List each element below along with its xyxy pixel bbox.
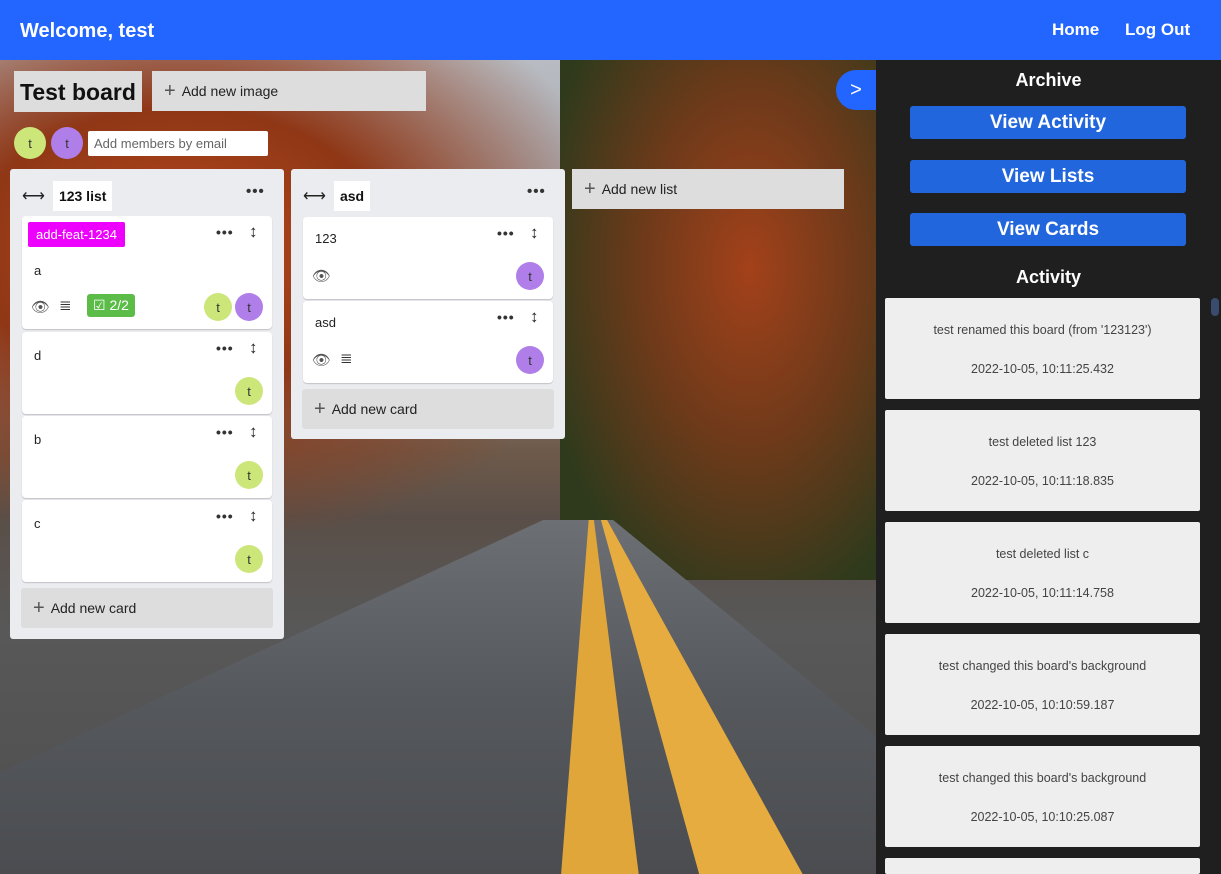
list-column: ⟷ asd ••• ••• ↕ 123 👁 t ••• ↕ asd 👁 ≣ t … [291,169,565,439]
add-card-label: Add new card [50,600,137,616]
card-title: asd [315,315,336,330]
plus-icon: + [164,80,176,102]
checklist-count: 2/2 [109,297,129,313]
member-avatar[interactable]: t [14,127,46,159]
activity-timestamp: 2022-10-05, 10:11:25.432 [971,362,1114,376]
plus-icon: + [314,398,326,420]
activity-text: test deleted list 123 [988,435,1097,449]
card-title: 123 [315,231,337,246]
board-title[interactable]: Test board [14,71,142,112]
card-menu-icon[interactable]: ••• [216,224,234,240]
view-cards-button[interactable]: View Cards [910,213,1186,246]
list-menu-icon[interactable]: ••• [246,183,265,200]
home-link[interactable]: Home [1052,20,1099,40]
card-menu-icon[interactable]: ••• [497,309,515,325]
horizontal-move-icon[interactable]: ⟷ [22,186,45,206]
card-menu-icon[interactable]: ••• [216,424,234,440]
vertical-move-icon[interactable]: ↕ [249,222,258,242]
sidebar-scrollbar[interactable] [1211,298,1219,316]
eye-icon: 👁 [31,299,51,316]
activity-item: test deleted list c 2022-10-05, 10:11:14… [885,522,1200,623]
activity-timestamp: 2022-10-05, 10:11:18.835 [971,474,1114,488]
activity-item: test changed this board's background 202… [885,746,1200,847]
card[interactable]: ••• ↕ d t [22,332,272,414]
activity-item: test renamed this board (from '123123') … [885,298,1200,399]
activity-text: test renamed this board (from '123123') [933,323,1152,337]
vertical-move-icon[interactable]: ↕ [530,223,539,243]
description-icon: ≣ [59,297,72,314]
card-member-avatar: t [235,545,263,573]
activity-text: test changed this board's background [938,659,1147,673]
view-activity-button[interactable]: View Activity [910,106,1186,139]
plus-icon: + [584,178,596,200]
list-title[interactable]: 123 list [52,181,113,211]
activity-item [885,858,1200,874]
card-member-avatar: t [235,461,263,489]
welcome-text: Welcome, test [20,20,155,42]
card-title: c [34,516,41,531]
view-lists-button[interactable]: View Lists [910,160,1186,193]
horizontal-move-icon[interactable]: ⟷ [303,186,326,206]
activity-text: test deleted list c [995,547,1090,561]
card-menu-icon[interactable]: ••• [497,225,515,241]
card[interactable]: ••• ↕ asd 👁 ≣ t [303,301,553,383]
add-card-button[interactable]: + Add new card [302,389,554,429]
top-navbar: Welcome, test Home Log Out [0,0,1221,60]
activity-text: test changed this board's background [938,771,1147,785]
checklist-badge: ☑ 2/2 [87,294,135,317]
add-image-label: Add new image [181,83,279,99]
card[interactable]: ••• ↕ 123 👁 t [303,217,553,299]
member-avatar[interactable]: t [51,127,83,159]
add-list-button[interactable]: + Add new list [572,169,844,209]
card-member-avatar: t [516,262,544,290]
activity-item: test changed this board's background 202… [885,634,1200,735]
activity-item: test deleted list 123 2022-10-05, 10:11:… [885,410,1200,511]
list-column: ⟷ 123 list ••• add-feat-1234 ••• ↕ a 👁 ≣… [10,169,284,639]
list-title[interactable]: asd [333,181,371,211]
archive-heading: Archive [1015,70,1082,90]
activity-timestamp: 2022-10-05, 10:10:59.187 [970,698,1115,712]
activity-timestamp: 2022-10-05, 10:10:25.087 [970,810,1115,824]
plus-icon: + [33,597,45,619]
sidebar-toggle-button[interactable]: > [836,70,876,110]
add-list-label: Add new list [601,181,678,197]
card-label: add-feat-1234 [28,222,125,247]
description-icon: ≣ [340,350,353,367]
vertical-move-icon[interactable]: ↕ [249,338,258,358]
card-menu-icon[interactable]: ••• [216,340,234,356]
card-menu-icon[interactable]: ••• [216,508,234,524]
card-title: a [34,263,42,278]
add-members-input[interactable] [88,131,268,156]
vertical-move-icon[interactable]: ↕ [249,422,258,442]
add-card-button[interactable]: + Add new card [21,588,273,628]
card-title: d [34,348,42,363]
activity-timestamp: 2022-10-05, 10:11:14.758 [971,586,1114,600]
card-member-avatar: t [204,293,232,321]
card-member-avatar: t [235,377,263,405]
add-image-button[interactable]: + Add new image [152,71,426,111]
card-title: b [34,432,42,447]
vertical-move-icon[interactable]: ↕ [249,506,258,526]
card-member-avatar: t [235,293,263,321]
card[interactable]: ••• ↕ c t [22,500,272,582]
vertical-move-icon[interactable]: ↕ [530,307,539,327]
card[interactable]: add-feat-1234 ••• ↕ a 👁 ≣ ☑ 2/2 t t [22,216,272,329]
add-card-label: Add new card [331,401,418,417]
logout-link[interactable]: Log Out [1125,20,1190,40]
list-menu-icon[interactable]: ••• [527,183,546,200]
card-member-avatar: t [516,346,544,374]
eye-icon: 👁 [312,352,332,369]
archive-sidebar: Archive View Activity View Lists View Ca… [876,60,1221,874]
activity-heading: Activity [1015,267,1082,287]
card[interactable]: ••• ↕ b t [22,416,272,498]
eye-icon: 👁 [312,268,332,285]
